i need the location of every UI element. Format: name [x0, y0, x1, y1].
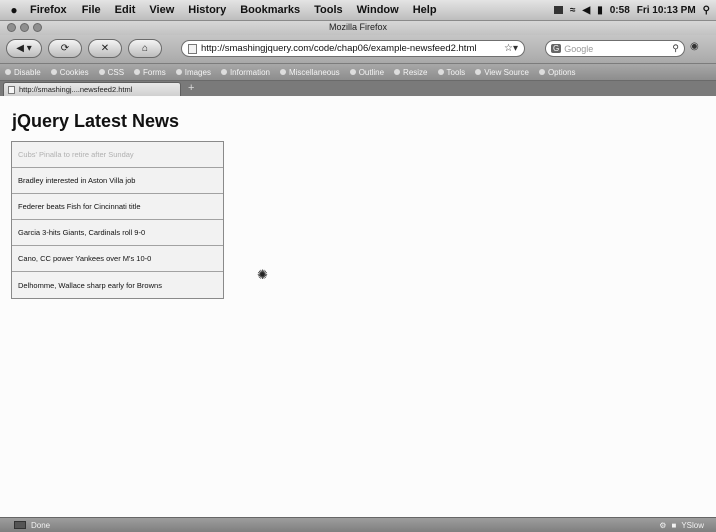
- window-title-bar: Mozilla Firefox: [0, 21, 716, 35]
- menu-tools[interactable]: Tools: [307, 4, 350, 16]
- miscellaneous-icon: [279, 69, 286, 75]
- tab-strip: http://smashingj....newsfeed2.html +: [0, 81, 716, 96]
- dev-options[interactable]: Options: [534, 68, 581, 77]
- dropdown-icon: ▾: [26, 43, 32, 54]
- menu-file[interactable]: File: [75, 4, 108, 16]
- cookies-icon: [50, 69, 57, 75]
- dev-forms-label: Forms: [143, 67, 166, 77]
- dev-options-label: Options: [547, 67, 576, 77]
- dev-forms[interactable]: Forms: [129, 68, 171, 77]
- status-icon[interactable]: [554, 6, 564, 14]
- news-item[interactable]: Garcia 3-hits Giants, Cardinals roll 9-0: [12, 220, 223, 246]
- stop-button[interactable]: ✕: [88, 39, 122, 58]
- menu-window[interactable]: Window: [350, 4, 406, 16]
- menu-history[interactable]: History: [181, 4, 233, 16]
- page-title: jQuery Latest News: [12, 111, 180, 131]
- tools-icon: [437, 69, 444, 75]
- tab-page-icon: [8, 85, 15, 94]
- dev-information[interactable]: Information: [216, 68, 275, 77]
- stop-icon: ✕: [100, 43, 110, 54]
- menu-bookmarks[interactable]: Bookmarks: [233, 4, 307, 16]
- tab-active[interactable]: http://smashingj....newsfeed2.html: [3, 82, 181, 96]
- forms-icon: [134, 69, 141, 75]
- dev-images-label: Images: [184, 67, 211, 77]
- tab-title: http://smashingj....newsfeed2.html: [19, 85, 133, 94]
- battery-time: 0:58: [609, 4, 630, 16]
- css-icon: [98, 69, 105, 75]
- battery-icon[interactable]: ▮: [597, 5, 603, 16]
- reload-button[interactable]: ⟳: [48, 39, 82, 58]
- dev-tools-label: Tools: [446, 67, 466, 77]
- busy-cursor-icon: ✺: [257, 267, 268, 282]
- search-icon[interactable]: ⚲: [672, 43, 684, 54]
- dev-miscellaneous-label: Miscellaneous: [288, 67, 340, 77]
- information-icon: [220, 69, 227, 75]
- menu-edit[interactable]: Edit: [108, 4, 143, 16]
- google-icon[interactable]: G: [551, 44, 562, 53]
- firebug-icon[interactable]: [14, 521, 26, 529]
- page-content: jQuery Latest News Cubs' Pinalla to reti…: [0, 97, 716, 517]
- dev-resize[interactable]: Resize: [389, 68, 432, 77]
- volume-icon[interactable]: ◀: [583, 5, 591, 16]
- reload-icon: ⟳: [60, 43, 70, 54]
- disable-icon: [5, 69, 11, 75]
- addon-icon[interactable]: ◉: [690, 41, 699, 52]
- spotlight-icon[interactable]: ⚲: [703, 5, 710, 16]
- dev-cookies-label: Cookies: [59, 67, 89, 77]
- wifi-icon[interactable]: ≈: [570, 5, 576, 16]
- news-item[interactable]: Cano, CC power Yankees over M's 10-0: [12, 246, 223, 272]
- yslow-label[interactable]: YSlow: [681, 521, 704, 530]
- back-forward-button[interactable]: ◀ ▾: [6, 39, 42, 58]
- news-item[interactable]: Federer beats Fish for Cincinnati title: [12, 194, 223, 220]
- dev-outline-label: Outline: [358, 67, 385, 77]
- search-box[interactable]: G Google ⚲: [545, 40, 685, 57]
- url-text[interactable]: http://smashingjquery.com/code/chap06/ex…: [201, 43, 476, 54]
- dev-miscellaneous[interactable]: Miscellaneous: [275, 68, 345, 77]
- menu-app-name[interactable]: Firefox: [28, 4, 75, 16]
- mac-menu-bar: ● Firefox File Edit View History Bookmar…: [0, 0, 716, 21]
- dev-view-source[interactable]: View Source: [470, 68, 534, 77]
- bookmark-star-icon[interactable]: ☆▾: [504, 43, 524, 54]
- window-title: Mozilla Firefox: [328, 22, 387, 32]
- dev-disable-label: Disable: [14, 67, 41, 77]
- resize-icon: [394, 69, 401, 75]
- options-icon: [538, 69, 545, 75]
- url-bar[interactable]: http://smashingjquery.com/code/chap06/ex…: [181, 40, 525, 57]
- dev-resize-label: Resize: [403, 67, 428, 77]
- new-tab-icon[interactable]: +: [188, 82, 194, 94]
- view-source-icon: [475, 69, 482, 75]
- yslow-icon[interactable]: ■: [671, 521, 676, 530]
- navigation-toolbar: ◀ ▾ ⟳ ✕ ⌂ http://smashingjquery.com/code…: [0, 35, 716, 64]
- menu-help[interactable]: Help: [406, 4, 444, 16]
- page-icon: [188, 43, 197, 54]
- back-icon: ◀: [16, 43, 24, 54]
- status-text: Done: [31, 520, 51, 530]
- dev-view-source-label: View Source: [484, 67, 529, 77]
- home-icon: ⌂: [141, 43, 149, 54]
- addon-status-icon[interactable]: ⚙: [659, 521, 666, 530]
- dev-outline[interactable]: Outline: [345, 68, 389, 77]
- dev-cookies[interactable]: Cookies: [46, 68, 94, 77]
- images-icon: [175, 69, 182, 75]
- news-item[interactable]: Delhomme, Wallace sharp early for Browns: [12, 272, 223, 298]
- dev-tools[interactable]: Tools: [433, 68, 471, 77]
- news-item[interactable]: Bradley interested in Aston Villa job: [12, 168, 223, 194]
- dev-css[interactable]: CSS: [94, 68, 129, 77]
- status-bar: Done ⚙ ■ YSlow: [0, 517, 716, 532]
- search-placeholder: Google: [564, 43, 594, 54]
- apple-icon[interactable]: ●: [0, 3, 28, 17]
- dev-disable[interactable]: Disable: [0, 68, 46, 77]
- dev-images[interactable]: Images: [171, 68, 216, 77]
- news-feed-list: Cubs' Pinalla to retire after Sunday Bra…: [11, 141, 224, 299]
- dev-css-label: CSS: [107, 67, 125, 77]
- news-item[interactable]: Cubs' Pinalla to retire after Sunday: [12, 142, 223, 168]
- dev-information-label: Information: [229, 67, 270, 77]
- home-button[interactable]: ⌂: [128, 39, 162, 58]
- outline-icon: [349, 69, 356, 75]
- menu-clock[interactable]: Fri 10:13 PM: [637, 5, 696, 16]
- web-developer-toolbar: Disable Cookies CSS Forms Images Informa…: [0, 64, 716, 81]
- menu-view[interactable]: View: [142, 4, 181, 16]
